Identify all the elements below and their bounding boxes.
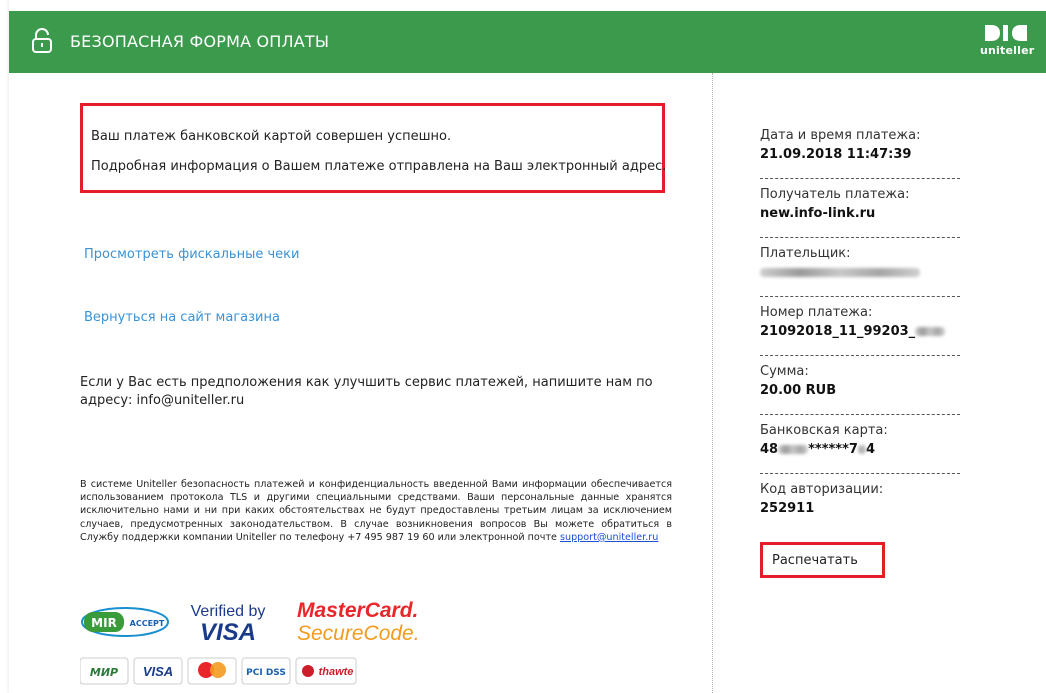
- redacted-card-digits: [778, 445, 809, 454]
- detail-value: 252911: [760, 501, 815, 516]
- redacted-payer-name: [760, 268, 920, 277]
- visa-text: VISA: [200, 619, 256, 642]
- thawte-text: thawte: [319, 666, 354, 678]
- uniteller-logo: uniteller: [980, 23, 1035, 63]
- payment-number-text: 21092018_11_99203_: [760, 324, 916, 339]
- card-mask: ******7: [808, 442, 858, 457]
- view-receipts-link[interactable]: Просмотреть фискальные чеки: [84, 247, 299, 262]
- detail-label: Код авторизации:: [760, 482, 884, 497]
- lock-open-icon: [32, 28, 52, 53]
- detail-value: 21.09.2018 11:47:39: [760, 147, 912, 162]
- detail-value: 48 ******7 4: [760, 442, 960, 457]
- detail-value: 20.00 RUB: [760, 383, 837, 398]
- verified-by-visa-badge: Verified by VISA: [191, 603, 266, 642]
- detail-label: Сумма:: [760, 364, 809, 379]
- mastercard-small-badge: [187, 657, 237, 685]
- svg-text:MIR: MIR: [91, 616, 117, 630]
- detail-recipient: Получатель платежа: new.info-link.ru: [760, 179, 960, 238]
- card-suffix: 4: [865, 442, 875, 457]
- detail-value: new.info-link.ru: [760, 206, 876, 221]
- header-bar: БЕЗОПАСНАЯ ФОРМА ОПЛАТЫ uniteller: [9, 11, 1046, 73]
- detail-value: 21092018_11_99203_: [760, 324, 960, 339]
- mir-text: МИР: [90, 666, 118, 679]
- mastercard-securecode-badge: MasterCard. SecureCode.: [297, 599, 420, 642]
- back-to-shop-link[interactable]: Вернуться на сайт магазина: [84, 310, 280, 325]
- redacted-card-digit: [857, 445, 866, 454]
- success-message: Ваш платеж банковской картой совершен ус…: [80, 103, 667, 193]
- security-notice: В системе Uniteller безопасность платеже…: [80, 478, 672, 544]
- mir-badge: МИР: [80, 657, 129, 685]
- detail-value-redacted: [760, 265, 960, 280]
- detail-sum: Сумма: 20.00 RUB: [760, 356, 960, 415]
- detail-label: Получатель платежа:: [760, 187, 910, 202]
- visa-small-badge: VISA: [133, 657, 183, 685]
- verified-by-text: Verified by: [191, 603, 266, 620]
- thawte-badge: thawte: [295, 657, 357, 685]
- detail-payer: Плательщик:: [760, 238, 960, 297]
- detail-label: Дата и время платежа:: [760, 128, 921, 143]
- email-notice-line: Подробная информация о Вашем платеже отп…: [91, 159, 667, 174]
- payment-details: Дата и время платежа: 21.09.2018 11:47:3…: [760, 120, 960, 532]
- payment-badges-small: МИР VISA PCI DSS thawte: [80, 657, 357, 685]
- uniteller-logo-icon: [985, 25, 1027, 41]
- securecode-text: SecureCode.: [297, 622, 420, 642]
- pci-text: PCI DSS: [246, 668, 286, 678]
- detail-date: Дата и время платежа: 21.09.2018 11:47:3…: [760, 120, 960, 179]
- support-email-link[interactable]: support@uniteller.ru: [560, 532, 658, 543]
- pci-dss-badge: PCI DSS: [241, 657, 291, 685]
- detail-card: Банковская карта: 48 ******7 4: [760, 415, 960, 474]
- mir-accept-badge: MIR ACCEPT: [81, 607, 169, 637]
- logo-text: uniteller: [980, 44, 1035, 57]
- svg-text:ACCEPT: ACCEPT: [130, 619, 165, 628]
- detail-label: Номер платежа:: [760, 305, 873, 320]
- card-prefix: 48: [760, 442, 779, 457]
- detail-label: Плательщик:: [760, 246, 851, 261]
- column-divider: [712, 73, 713, 693]
- print-button[interactable]: Распечатать: [760, 542, 885, 578]
- mastercard-text: MasterCard.: [297, 599, 418, 622]
- detail-auth: Код авторизации: 252911: [760, 474, 960, 532]
- redacted-number-part: [915, 327, 946, 336]
- detail-label: Банковская карта:: [760, 423, 888, 438]
- payment-badges-large: MIR ACCEPT Verified by VISA MasterCard. …: [81, 599, 420, 642]
- feedback-text: Если у Вас есть предположения как улучши…: [80, 375, 653, 408]
- success-line: Ваш платеж банковской картой совершен ус…: [91, 129, 452, 144]
- visa-small-text: VISA: [143, 664, 173, 679]
- page-title: БЕЗОПАСНАЯ ФОРМА ОПЛАТЫ: [70, 32, 330, 51]
- detail-number: Номер платежа: 21092018_11_99203_: [760, 297, 960, 356]
